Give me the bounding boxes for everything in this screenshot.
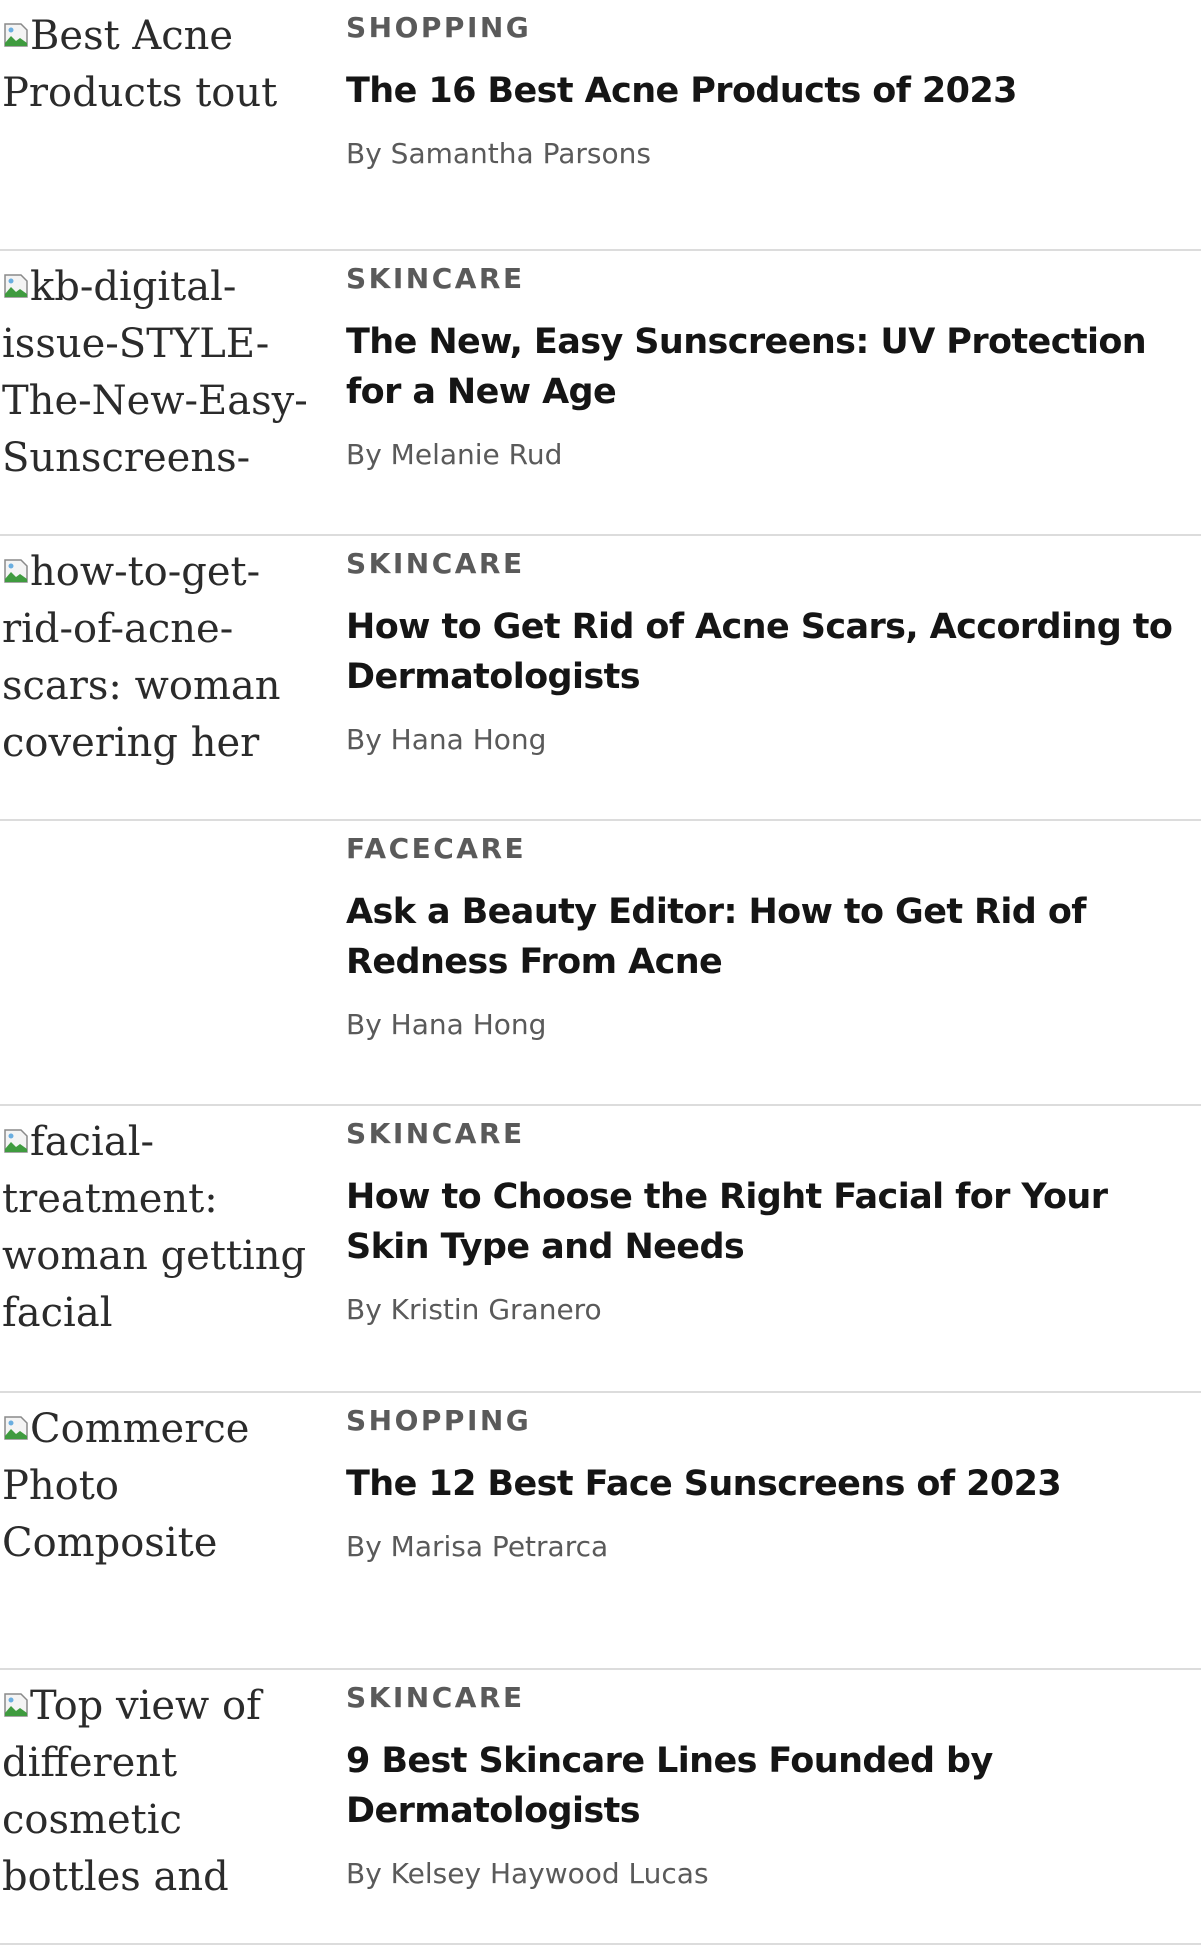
- article-text: FACECARE Ask a Beauty Editor: How to Get…: [346, 829, 1196, 1045]
- article-thumbnail-alt-text: Best Acne Products tout: [2, 13, 278, 116]
- article-card[interactable]: Best Acne Products tout SHOPPING The 16 …: [0, 0, 1201, 250]
- article-thumbnail-alt-text: Commerce Photo Composite: [2, 1406, 250, 1566]
- article-text: SKINCARE The New, Easy Sunscreens: UV Pr…: [346, 259, 1196, 475]
- article-title-link[interactable]: 9 Best Skincare Lines Founded by Dermato…: [346, 1736, 1196, 1836]
- article-title-link[interactable]: Ask a Beauty Editor: How to Get Rid of R…: [346, 887, 1196, 987]
- article-title-link[interactable]: The 12 Best Face Sunscreens of 2023: [346, 1459, 1196, 1509]
- article-card[interactable]: how-to-get-rid-of-acne-scars: woman cove…: [0, 536, 1201, 820]
- article-text: SKINCARE How to Choose the Right Facial …: [346, 1114, 1196, 1330]
- broken-image-icon: [2, 1691, 30, 1719]
- article-author: By Hana Hong: [346, 723, 547, 756]
- broken-image-icon: [2, 1127, 30, 1155]
- article-card[interactable]: Top view of different cosmetic bottles a…: [0, 1670, 1201, 1946]
- article-category-link[interactable]: SKINCARE: [346, 1678, 1196, 1718]
- article-thumbnail-empty[interactable]: [2, 829, 330, 1054]
- article-category-link[interactable]: FACECARE: [346, 829, 1196, 869]
- article-card[interactable]: Commerce Photo Composite SHOPPING The 12…: [0, 1393, 1201, 1669]
- article-category-link[interactable]: SKINCARE: [346, 544, 1196, 584]
- article-text: SHOPPING The 16 Best Acne Products of 20…: [346, 8, 1196, 174]
- article-title-link[interactable]: The 16 Best Acne Products of 2023: [346, 66, 1196, 116]
- article-card[interactable]: FACECARE Ask a Beauty Editor: How to Get…: [0, 821, 1201, 1105]
- article-thumbnail[interactable]: Best Acne Products tout: [2, 8, 330, 233]
- article-thumbnail-alt-text: Top view of different cosmetic bottles a…: [2, 1683, 261, 1900]
- article-thumbnail[interactable]: how-to-get-rid-of-acne-scars: woman cove…: [2, 544, 330, 769]
- article-card[interactable]: kb-digital-issue-STYLE-The-New-Easy-Suns…: [0, 251, 1201, 535]
- article-category-link[interactable]: SHOPPING: [346, 1401, 1196, 1441]
- article-category-link[interactable]: SKINCARE: [346, 259, 1196, 299]
- article-category-link[interactable]: SKINCARE: [346, 1114, 1196, 1154]
- article-author: By Samantha Parsons: [346, 137, 651, 170]
- broken-image-icon: [2, 557, 30, 585]
- broken-image-icon: [2, 21, 30, 49]
- article-thumbnail-alt-text: facial-treatment: woman getting facial: [2, 1119, 307, 1336]
- article-thumbnail[interactable]: Commerce Photo Composite: [2, 1401, 330, 1626]
- article-text: SKINCARE 9 Best Skincare Lines Founded b…: [346, 1678, 1196, 1894]
- article-author: By Melanie Rud: [346, 438, 563, 471]
- article-thumbnail-alt-text: how-to-get-rid-of-acne-scars: woman cove…: [2, 549, 281, 766]
- article-card[interactable]: facial-treatment: woman getting facial S…: [0, 1106, 1201, 1392]
- article-author: By Kristin Granero: [346, 1293, 602, 1326]
- broken-image-icon: [2, 272, 30, 300]
- article-thumbnail-alt-text: kb-digital-issue-STYLE-The-New-Easy-Suns…: [2, 264, 308, 481]
- article-thumbnail[interactable]: kb-digital-issue-STYLE-The-New-Easy-Suns…: [2, 259, 330, 484]
- article-title-link[interactable]: How to Get Rid of Acne Scars, According …: [346, 602, 1196, 702]
- article-thumbnail[interactable]: facial-treatment: woman getting facial: [2, 1114, 330, 1339]
- article-text: SHOPPING The 12 Best Face Sunscreens of …: [346, 1401, 1196, 1567]
- article-divider: [0, 1943, 1201, 1945]
- article-title-link[interactable]: How to Choose the Right Facial for Your …: [346, 1172, 1196, 1272]
- article-thumbnail[interactable]: Top view of different cosmetic bottles a…: [2, 1678, 330, 1903]
- broken-image-icon: [2, 1414, 30, 1442]
- article-title-link[interactable]: The New, Easy Sunscreens: UV Protection …: [346, 317, 1196, 417]
- article-author: By Kelsey Haywood Lucas: [346, 1857, 709, 1890]
- article-text: SKINCARE How to Get Rid of Acne Scars, A…: [346, 544, 1196, 760]
- article-author: By Hana Hong: [346, 1008, 547, 1041]
- article-category-link[interactable]: SHOPPING: [346, 8, 1196, 48]
- article-author: By Marisa Petrarca: [346, 1530, 609, 1563]
